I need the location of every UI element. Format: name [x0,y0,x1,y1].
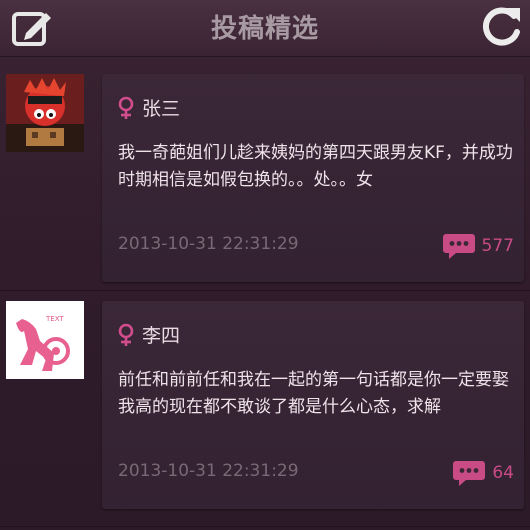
comment-count: 577 [481,236,514,256]
refresh-button[interactable] [476,2,526,52]
refresh-icon [482,7,520,46]
post-item[interactable]: 张三 我一奇葩姐们儿趁来姨妈的第四天跟男友KF，并成功时期相信是如假包换的。。处… [0,56,530,290]
comment-icon [453,461,486,486]
post-card[interactable]: 张三 我一奇葩姐们儿趁来姨妈的第四天跟男友KF，并成功时期相信是如假包换的。。处… [102,74,524,282]
post-item[interactable]: TEXT 李四 前任和前前任和我在一起的第一句话都是你一定要娶我高的现在都不敢谈… [0,291,530,530]
female-icon [118,323,134,346]
comment-count: 64 [492,463,514,483]
svg-text:TEXT: TEXT [45,315,64,323]
female-icon [118,96,134,119]
post-timestamp: 2013-10-31 22:31:29 [118,234,299,254]
post-author[interactable]: 李四 [116,321,180,348]
app-header: 投稿精选 [0,0,530,57]
avatar[interactable]: TEXT [6,301,84,379]
post-content: 我一奇葩姐们儿趁来姨妈的第四天跟男友KF，并成功时期相信是如假包换的。。处。。女 [118,143,513,190]
divider [0,526,530,527]
comment-icon [442,234,475,259]
avatar[interactable] [6,74,84,152]
author-name: 张三 [142,98,181,120]
author-name: 李四 [142,325,181,347]
comment-button[interactable]: 64 [452,459,514,487]
post-card[interactable]: 李四 前任和前前任和我在一起的第一句话都是你一定要娶我高的现在都不敢谈了都是什么… [102,301,524,509]
post-content: 前任和前前任和我在一起的第一句话都是你一定要娶我高的现在都不敢谈了都是什么心态，… [118,370,509,417]
comment-button[interactable]: 577 [442,232,514,260]
post-timestamp: 2013-10-31 22:31:29 [118,461,299,481]
post-author[interactable]: 张三 [116,94,180,121]
page-title: 投稿精选 [210,14,319,44]
